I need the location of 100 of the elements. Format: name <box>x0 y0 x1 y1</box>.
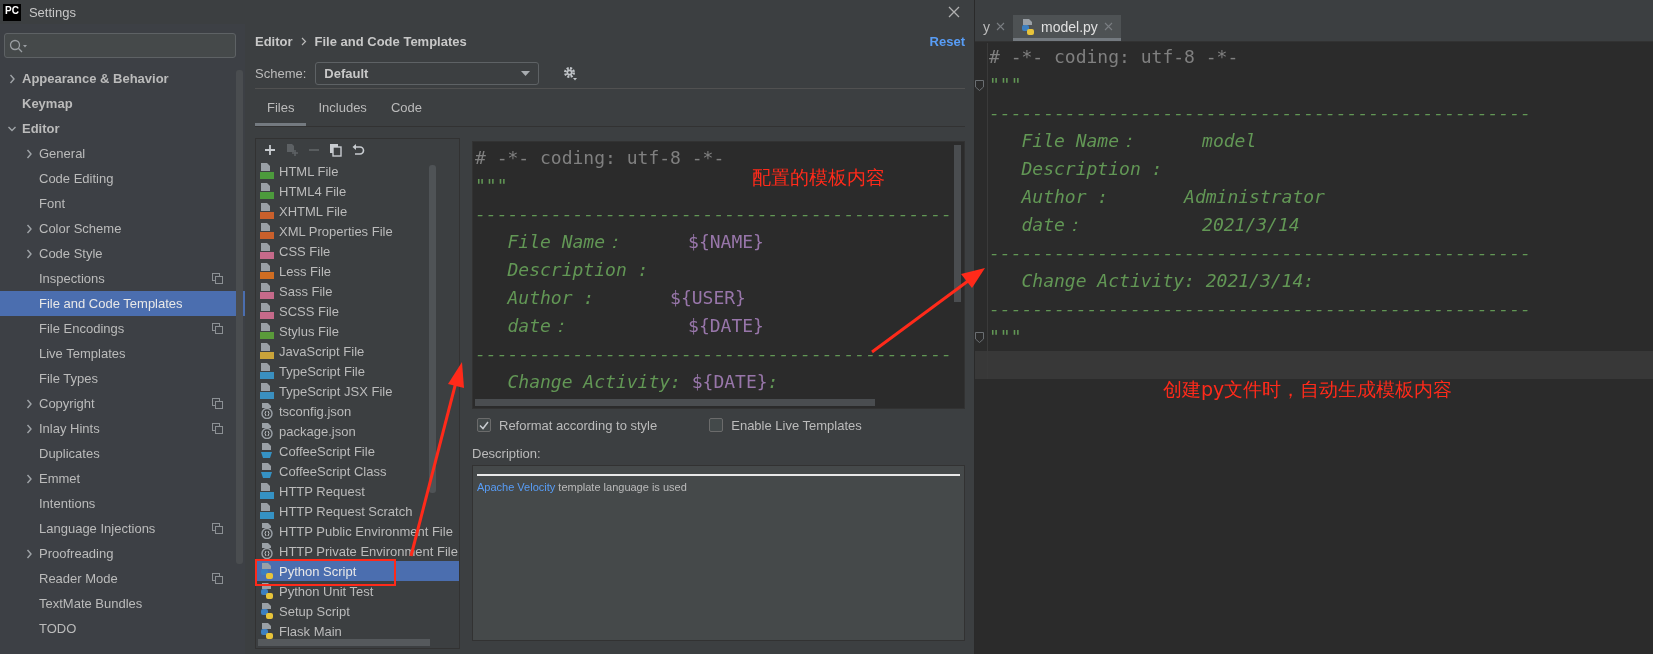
template-item[interactable]: Flask Main <box>256 621 459 641</box>
chevron-icon[interactable] <box>25 248 33 259</box>
template-item[interactable]: CoffeeScript Class <box>256 461 459 481</box>
checkbox-label[interactable]: Reformat according to style <box>499 417 658 433</box>
sidebar-item[interactable]: Language Injections <box>0 516 245 541</box>
copy-icon <box>329 143 343 157</box>
code-line: date： ${DATE} <box>506 315 764 336</box>
sidebar-item[interactable]: Duplicates <box>0 441 245 466</box>
fold-icon[interactable] <box>975 79 984 91</box>
checkbox[interactable] <box>709 418 724 432</box>
template-item[interactable]: TypeScript JSX File <box>256 381 459 401</box>
template-item[interactable]: HTML4 File <box>256 181 459 201</box>
code-line: Description : <box>1020 157 1163 181</box>
code-line: File Name： model <box>1020 129 1257 153</box>
template-item[interactable]: JavaScript File <box>256 341 459 361</box>
close-icon[interactable] <box>948 6 960 18</box>
code-line: -------------------------------------------------- <box>989 297 1531 321</box>
breadcrumb-item: File and Code Templates <box>314 33 467 49</box>
template-item[interactable]: Stylus File <box>256 321 459 341</box>
template-item[interactable]: tsconfig.json <box>256 401 459 421</box>
scrollbar[interactable] <box>429 165 436 493</box>
code-line: date： 2021/3/14 <box>1020 213 1300 237</box>
code-line: """ <box>989 325 1022 349</box>
template-editor[interactable] <box>472 141 965 409</box>
chevron-icon[interactable] <box>8 73 16 84</box>
scrollbar[interactable] <box>954 145 961 302</box>
tab[interactable]: Includes <box>306 100 379 126</box>
close-icon[interactable] <box>996 22 1005 31</box>
chevron-icon[interactable] <box>25 398 33 409</box>
sidebar-item[interactable]: Reader Mode <box>0 566 245 591</box>
template-item[interactable]: HTTP Request Scratch <box>256 501 459 521</box>
tab[interactable]: Files <box>255 100 307 126</box>
checkbox[interactable] <box>477 418 491 432</box>
chevron-icon[interactable] <box>25 223 33 234</box>
chevron-icon[interactable] <box>25 548 33 559</box>
sidebar-item[interactable]: Appearance & Behavior <box>0 66 245 91</box>
annotation-text: 创建py文件时，自动生成模板内容 <box>1163 378 1453 400</box>
chevron-icon[interactable] <box>25 473 33 484</box>
template-item[interactable]: Less File <box>256 261 459 281</box>
python-file-icon <box>260 583 274 599</box>
sidebar-item[interactable]: TODO <box>0 616 245 641</box>
sidebar-item[interactable]: File Types <box>0 366 245 391</box>
template-item[interactable]: SCSS File <box>256 301 459 321</box>
config-file-icon <box>260 523 274 539</box>
template-item[interactable]: HTTP Request <box>256 481 459 501</box>
code-line: File Name： ${NAME} <box>506 231 764 252</box>
editor-tab[interactable]: model.py <box>1013 15 1121 41</box>
editor-tab[interactable]: y <box>975 15 1013 41</box>
template-item[interactable]: XML Properties File <box>256 221 459 241</box>
code-line: Author : Administrator <box>1019 185 1325 209</box>
template-item[interactable]: CoffeeScript File <box>256 441 459 461</box>
template-item[interactable]: Sass File <box>256 281 459 301</box>
sidebar-item[interactable]: Intentions <box>0 491 245 516</box>
sidebar-item[interactable]: Color Scheme <box>0 216 245 241</box>
checkbox-label[interactable]: Enable Live Templates <box>731 417 862 433</box>
sidebar-item[interactable]: Copyright <box>0 391 245 416</box>
sidebar-item[interactable]: General <box>0 141 245 166</box>
description-label: Description: <box>472 445 541 461</box>
config-file-icon <box>260 423 274 439</box>
fold-icon[interactable] <box>975 331 984 343</box>
chevron-icon[interactable] <box>25 148 33 159</box>
scrollbar[interactable] <box>475 399 875 406</box>
search-field[interactable] <box>4 33 236 58</box>
template-item[interactable]: HTML File <box>256 161 459 181</box>
code-line: """ <box>989 73 1022 97</box>
template-item[interactable]: Setup Script <box>256 601 459 621</box>
sidebar-item[interactable]: Inspections <box>0 266 245 291</box>
sidebar-item[interactable]: Proofreading <box>0 541 245 566</box>
sidebar-item[interactable]: Font <box>0 191 245 216</box>
sidebar-item[interactable]: Live Templates <box>0 341 245 366</box>
sidebar-item[interactable]: Emmet <box>0 466 245 491</box>
settings-icon[interactable] <box>562 65 579 81</box>
velocity-link[interactable]: Apache Velocity <box>477 481 556 493</box>
scheme-dropdown[interactable]: Default <box>315 61 540 85</box>
reset-link[interactable]: Reset <box>929 33 965 49</box>
code-line: Change Activity: 2021/3/14: <box>1020 269 1315 293</box>
annotation-text: 配置的模板内容 <box>752 166 885 188</box>
scrollbar[interactable] <box>258 639 430 646</box>
sidebar-item[interactable]: File and Code Templates <box>0 291 245 316</box>
template-item[interactable]: Python Script <box>256 561 459 581</box>
sidebar-item[interactable]: Code Style <box>0 241 245 266</box>
template-item[interactable]: XHTML File <box>256 201 459 221</box>
code-line: -------------------------------------------- <box>475 203 952 224</box>
sidebar-item[interactable]: TextMate Bundles <box>0 591 245 616</box>
sidebar-item[interactable]: Editor <box>0 116 245 141</box>
tab[interactable]: Code <box>378 100 434 126</box>
sidebar-item[interactable]: File Encodings <box>0 316 245 341</box>
chevron-icon[interactable] <box>25 423 33 434</box>
template-item[interactable]: TypeScript File <box>256 361 459 381</box>
template-item[interactable]: package.json <box>256 421 459 441</box>
template-item[interactable]: CSS File <box>256 241 459 261</box>
config-file-icon <box>260 403 274 419</box>
sidebar-item[interactable]: Inlay Hints <box>0 416 245 441</box>
code-line: -------------------------------------------------- <box>989 241 1531 265</box>
copy-button[interactable] <box>327 141 345 159</box>
sidebar-item[interactable]: Keymap <box>0 91 245 116</box>
sidebar-item[interactable]: Code Editing <box>0 166 245 191</box>
code-line: Description : <box>506 259 649 280</box>
scrollbar[interactable] <box>236 70 243 564</box>
template-item[interactable]: Python Unit Test <box>256 581 459 601</box>
